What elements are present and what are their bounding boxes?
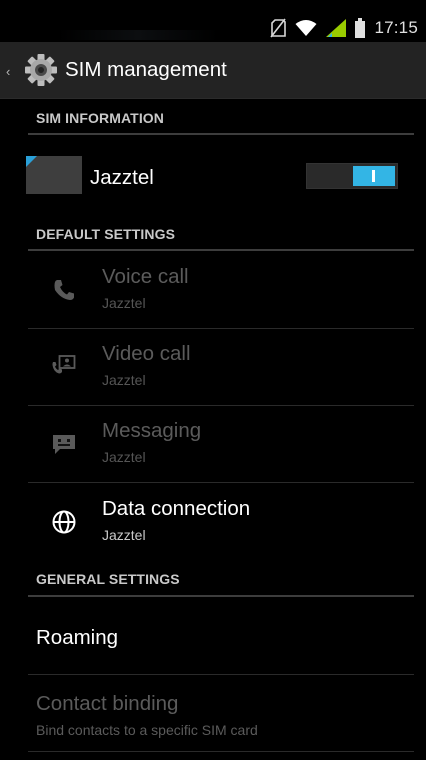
- pref-messaging[interactable]: Messaging Jazztel: [0, 406, 426, 482]
- section-divider: [28, 595, 414, 597]
- globe-icon: [50, 508, 78, 536]
- no-sim-icon: [270, 18, 287, 38]
- sim-enable-toggle[interactable]: [306, 163, 398, 189]
- battery-icon: [355, 18, 366, 38]
- pref-title: Messaging: [102, 419, 202, 442]
- signal-icon: [326, 19, 347, 37]
- pref-title: Video call: [102, 342, 191, 365]
- status-icons: 17:15: [270, 17, 418, 39]
- page-title: SIM management: [65, 58, 227, 81]
- message-icon: [50, 430, 78, 458]
- gear-icon[interactable]: [24, 53, 58, 92]
- pref-summary: Bind contacts to a specific SIM card: [36, 722, 258, 738]
- list-divider: [28, 482, 414, 483]
- notification-area: [58, 30, 218, 40]
- pref-title: Voice call: [102, 265, 189, 288]
- action-bar[interactable]: ‹ SIM management: [0, 42, 426, 99]
- pref-title: Data connection: [102, 497, 251, 520]
- list-divider: [28, 674, 414, 675]
- section-header-default-settings: DEFAULT SETTINGS: [36, 226, 176, 242]
- pref-title: Contact binding: [36, 692, 179, 715]
- section-header-sim-information: SIM INFORMATION: [36, 110, 165, 126]
- phone-icon: [50, 276, 78, 304]
- wifi-icon: [295, 19, 317, 37]
- back-caret-icon[interactable]: ‹: [6, 64, 10, 79]
- status-bar: 17:15: [0, 0, 426, 42]
- pref-summary: Jazztel: [102, 295, 146, 311]
- sim-color-indicator: [26, 156, 37, 167]
- pref-voice-call[interactable]: Voice call Jazztel: [0, 252, 426, 328]
- section-divider: [28, 133, 414, 135]
- status-time: 17:15: [374, 18, 418, 37]
- section-header-general-settings: GENERAL SETTINGS: [36, 571, 180, 587]
- toggle-knob: [353, 166, 395, 186]
- pref-summary: Jazztel: [102, 449, 146, 465]
- pref-summary: Jazztel: [102, 527, 146, 543]
- section-divider: [28, 249, 414, 251]
- pref-title: Roaming: [36, 626, 119, 649]
- video-call-icon: [50, 353, 78, 381]
- sim-name: Jazztel: [90, 166, 154, 189]
- list-divider: [28, 751, 414, 752]
- sim-color-thumbnail: [26, 156, 82, 194]
- pref-video-call[interactable]: Video call Jazztel: [0, 329, 426, 405]
- pref-data-connection[interactable]: Data connection Jazztel: [0, 484, 426, 560]
- pref-summary: Jazztel: [102, 372, 146, 388]
